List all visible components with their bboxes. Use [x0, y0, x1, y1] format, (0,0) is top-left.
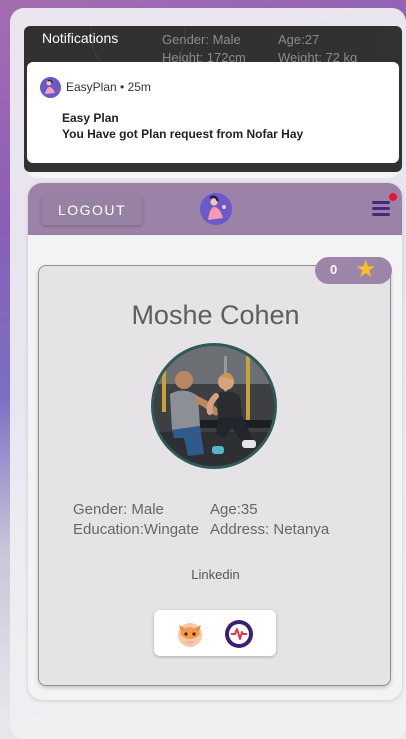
profile-gender: Gender: Male [73, 501, 164, 518]
star-icon: ★ [355, 256, 377, 283]
heartbeat-icon[interactable] [224, 619, 254, 649]
profile-card: Moshe Cohen Gender: Male Age:35 Educatio… [38, 265, 391, 686]
profile-age: Age:35 [210, 501, 258, 518]
profile-avatar [151, 343, 277, 469]
app-bar: LOGOUT [28, 183, 402, 235]
notification-body: You Have got Plan request from Nofar Hay [62, 127, 304, 141]
logout-button[interactable]: LOGOUT [42, 195, 142, 225]
easyplan-app-icon [40, 77, 61, 98]
notification-app-line: EasyPlan • 25m [66, 80, 151, 94]
notification-title: Easy Plan [62, 111, 119, 125]
hamburger-menu-icon[interactable] [372, 199, 394, 219]
notifications-header: Notifications [42, 30, 119, 46]
linkedin-link[interactable]: Linkedin [39, 567, 392, 582]
profile-education: Education:Wingate [73, 521, 199, 538]
underlay-weight: Weight: 72 kg [278, 50, 358, 62]
app-screen: LOGOUT Moshe Cohen Gender: Male Age:35 E… [28, 183, 402, 700]
underlay-age: Age:27 [278, 32, 320, 47]
notification-dot [389, 193, 397, 201]
rating-count: 0 [330, 262, 338, 277]
action-icon-tray [154, 610, 276, 656]
notification-card[interactable]: EasyPlan • 25m Easy Plan You Have got Pl… [27, 62, 399, 163]
easyplan-logo-icon [200, 193, 232, 225]
profile-address: Address: Netanya [210, 521, 330, 538]
rating-badge[interactable]: 0 ★ [315, 257, 392, 284]
fox-avatar-icon[interactable] [175, 619, 205, 649]
profile-name: Moshe Cohen [131, 300, 300, 330]
underlay-gender: Gender: Male [162, 32, 241, 47]
underlay-height: Height: 172cm [162, 50, 246, 62]
